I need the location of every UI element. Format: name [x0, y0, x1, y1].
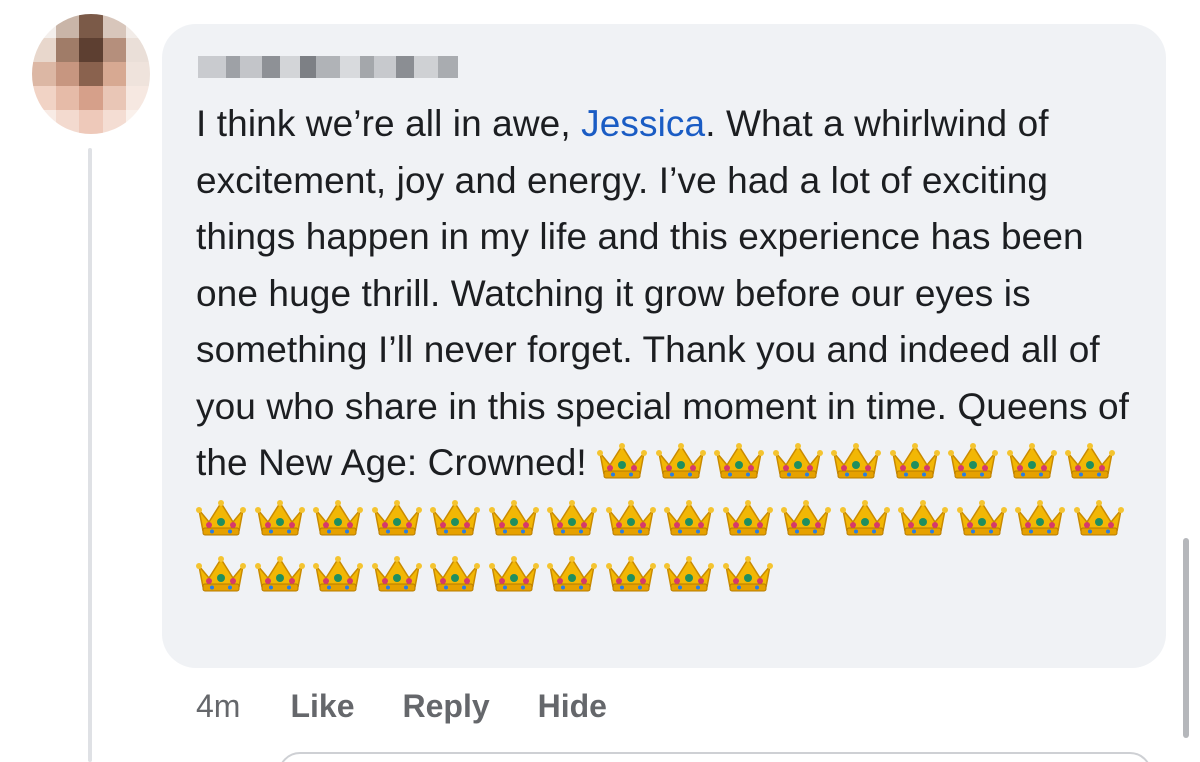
crown-icon [898, 498, 948, 538]
like-button[interactable]: Like [290, 688, 354, 725]
crown-icon [839, 498, 890, 538]
mention-link[interactable]: Jessica [581, 103, 705, 144]
crown-icon [722, 498, 773, 538]
crown-icon [196, 554, 246, 594]
crown-icon [597, 441, 648, 481]
comment-bubble: I think we’re all in awe, Jessica. What … [162, 24, 1166, 668]
thread-line [88, 148, 92, 762]
crown-icon [772, 441, 823, 481]
crown-icon [781, 498, 831, 538]
crown-icon [714, 441, 765, 481]
crown-icon [430, 554, 480, 594]
crown-icon [547, 554, 597, 594]
crown-icon [254, 498, 305, 538]
crown-icon [605, 498, 656, 538]
avatar[interactable] [32, 14, 150, 134]
crown-icon [948, 441, 999, 481]
crown-icon [956, 498, 1007, 538]
crown-icon [430, 498, 480, 538]
reply-button[interactable]: Reply [402, 688, 489, 725]
crown-icon [371, 498, 422, 538]
comment-actions: 4m Like Reply Hide [196, 684, 655, 728]
crown-icon [605, 554, 656, 594]
crown-icon [371, 554, 422, 594]
crown-icon [488, 554, 539, 594]
crown-icon [664, 554, 714, 594]
reply-input[interactable] [278, 752, 1152, 762]
crown-icon [313, 554, 363, 594]
hide-button[interactable]: Hide [538, 688, 607, 725]
crown-icon [196, 498, 246, 538]
comment-text: I think we’re all in awe, Jessica. What … [196, 96, 1146, 605]
crown-icon [722, 554, 773, 594]
crown-icon [655, 441, 706, 481]
crown-icon [831, 441, 882, 481]
comment-text-part-1: I think we’re all in awe, [196, 103, 582, 144]
crown-icon [254, 554, 305, 594]
comment-text-part-2: . What a whirlwind of excitement, joy an… [196, 103, 1130, 483]
crown-icon [664, 498, 714, 538]
crown-icon [1073, 498, 1124, 538]
comment-thread: I think we’re all in awe, Jessica. What … [0, 0, 1200, 762]
crown-icon [313, 498, 363, 538]
crown-icon [1015, 498, 1065, 538]
timestamp[interactable]: 4m [196, 688, 240, 725]
crown-icon [1065, 441, 1116, 481]
crown-icon [488, 498, 539, 538]
crown-icon [1006, 441, 1057, 481]
crown-icon [547, 498, 597, 538]
scrollbar[interactable] [1183, 538, 1189, 738]
author-name-redacted[interactable] [198, 52, 458, 82]
crown-icon [889, 441, 940, 481]
